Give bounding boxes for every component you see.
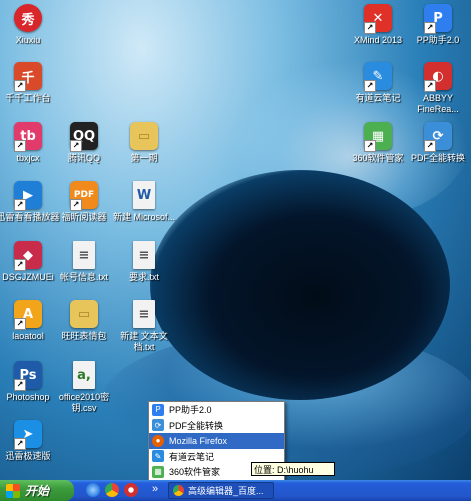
- desktop-icon-label: ABBYY FineRea...: [417, 93, 459, 114]
- desktop-icon-qianqian[interactable]: 千 千千工作台: [0, 62, 60, 104]
- menu-item-pdf-converter[interactable]: ⟳ PDF全能转换: [149, 418, 284, 434]
- desktop-icon-label: 新建 文本文档.txt: [120, 331, 168, 352]
- taskbar-window-button[interactable]: 高级编辑器_百度...: [168, 482, 274, 499]
- xunlei-speed-icon: ➤: [14, 420, 42, 450]
- foxit-reader-icon: PDF: [70, 181, 98, 211]
- desktop-icon-wangwang-folder[interactable]: ▭ 旺旺表情包: [52, 300, 116, 342]
- qq-penguin-icon: QQ: [70, 122, 98, 152]
- desktop-icon-label: Photoshop: [6, 392, 50, 402]
- pdf-converter-icon: ⟳: [152, 419, 164, 432]
- abbyy-icon[interactable]: [124, 483, 138, 497]
- 360-software-manager-icon: ▦: [152, 465, 164, 478]
- xunlei-kankan-icon: ▶: [14, 181, 42, 211]
- desktop-icon-photoshop[interactable]: Ps Photoshop: [0, 361, 60, 403]
- text-file-icon: ≡: [133, 300, 155, 328]
- dsg-app-icon: ◆: [14, 241, 42, 271]
- desktop-icon-abbyy[interactable]: ◐ ABBYY FineRea...: [406, 62, 470, 115]
- qianqian-workbench-icon: 千: [14, 62, 42, 92]
- desktop-icon-label: DSGJZMUEi: [2, 272, 54, 282]
- menu-item-label: 360软件管家: [169, 467, 221, 478]
- laoatool-icon: A: [14, 300, 42, 330]
- desktop-icon-label: 迅雷看看播放器: [0, 212, 60, 222]
- menu-item-label: PP助手2.0: [169, 405, 212, 416]
- desktop-icon-label: 迅雷极速版: [5, 451, 51, 461]
- pdf-converter-icon: ⟳: [424, 122, 452, 152]
- text-file-icon: ≡: [133, 241, 155, 269]
- desktop-icon-label: 旺旺表情包: [61, 331, 107, 341]
- word-document-icon: W: [133, 181, 155, 209]
- chrome-icon: [173, 485, 184, 496]
- desktop-icon-label: 腾讯QQ: [67, 153, 100, 163]
- desktop-icon-label: 要求.txt: [128, 272, 159, 282]
- desktop-icon-label: laoatool: [12, 331, 44, 341]
- taskbar: 开始 » 高级编辑器_百度...: [0, 480, 471, 501]
- desktop-icon-pp-assistant[interactable]: P PP助手2.0: [406, 4, 470, 46]
- taskbar-window-label: 高级编辑器_百度...: [188, 486, 264, 496]
- pp-assistant-icon: P: [152, 403, 164, 416]
- desktop-icon-pdf-converter[interactable]: ⟳ PDF全能转换: [406, 122, 470, 164]
- abbyy-finereader-icon: ◐: [424, 62, 452, 92]
- desktop-icon-requirements-txt[interactable]: ≡ 要求.txt: [112, 241, 176, 283]
- menu-item-label: PDF全能转换: [169, 420, 224, 431]
- menu-item-label: Mozilla Firefox: [169, 435, 228, 446]
- quick-launch-overflow-button[interactable]: »: [152, 483, 158, 495]
- desktop-icon-foxit[interactable]: PDF 福昕阅读器: [52, 181, 116, 223]
- desktop-icon-account-txt[interactable]: ≡ 帐号信息.txt: [52, 241, 116, 283]
- start-button[interactable]: 开始: [0, 480, 74, 501]
- desktop-icon-new-text-doc[interactable]: ≡ 新建 文本文档.txt: [112, 300, 176, 353]
- desktop-icon-xunlei-kankan[interactable]: ▶ 迅雷看看播放器: [0, 181, 60, 223]
- desktop-icon-label: tbxjcx: [16, 153, 40, 163]
- firefox-icon: ●: [152, 434, 164, 447]
- desktop-icon-label: PDF全能转换: [410, 153, 465, 163]
- desktop-icon-label: 新建 Microsof...: [112, 212, 175, 222]
- desktop-icon-label: office2010密钥.csv: [58, 392, 110, 413]
- desktop-icon-xiuxiu[interactable]: 秀 Xiuxiu: [0, 4, 60, 46]
- start-label: 开始: [25, 484, 50, 498]
- desktop-icon-label: PP助手2.0: [416, 35, 460, 45]
- folder-icon: ▭: [70, 300, 98, 328]
- desktop-icon-office-csv[interactable]: a, office2010密钥.csv: [52, 361, 116, 414]
- wallpaper-dark-water: [150, 170, 450, 400]
- 360-software-manager-icon: ▦: [364, 122, 392, 152]
- desktop-icon-label: 福昕阅读器: [61, 212, 107, 222]
- menu-item-firefox[interactable]: ● Mozilla Firefox: [149, 433, 284, 449]
- youdao-note-icon: ✎: [364, 62, 392, 92]
- chrome-icon[interactable]: [105, 483, 119, 497]
- desktop-icon-label: 千千工作台: [5, 93, 51, 103]
- youdao-note-icon: ✎: [152, 450, 164, 463]
- desktop-icon-laoatool[interactable]: A laoatool: [0, 300, 60, 342]
- desktop-icon-label: XMind 2013: [353, 35, 403, 45]
- desktop-icon-label: 第一期: [130, 153, 158, 163]
- pp-assistant-icon: P: [424, 4, 452, 34]
- photoshop-icon: Ps: [14, 361, 42, 391]
- text-file-icon: ≡: [73, 241, 95, 269]
- desktop-icon-label: 帐号信息.txt: [59, 272, 108, 282]
- desktop-icon-tbxjcx[interactable]: tb tbxjcx: [0, 122, 60, 164]
- ie-browser-icon[interactable]: [86, 483, 100, 497]
- meitu-xiuxiu-icon: 秀: [14, 4, 42, 32]
- desktop-icon-dsgjzmuei[interactable]: ◆ DSGJZMUEi: [0, 241, 60, 283]
- menu-item-pp-assistant[interactable]: P PP助手2.0: [149, 402, 284, 418]
- location-tooltip: 位置: D:\huohu: [251, 462, 335, 476]
- csv-file-icon: a,: [73, 361, 95, 389]
- desktop-icon-youdao[interactable]: ✎ 有道云笔记: [346, 62, 410, 104]
- desktop-icon-360[interactable]: ▦ 360软件管家: [346, 122, 410, 164]
- desktop-icon-label: 有道云笔记: [355, 93, 401, 103]
- desktop-icon-label: 360软件管家: [352, 153, 404, 163]
- folder-icon: ▭: [130, 122, 158, 150]
- desktop-icon-label: Xiuxiu: [15, 35, 41, 45]
- desktop-icon-xunlei-speed[interactable]: ➤ 迅雷极速版: [0, 420, 60, 462]
- menu-item-label: 有道云笔记: [169, 451, 215, 462]
- desktop-icon-qq[interactable]: QQ 腾讯QQ: [52, 122, 116, 164]
- desktop-icon-xmind[interactable]: ✕ XMind 2013: [346, 4, 410, 46]
- desktop-icon-first-issue-folder[interactable]: ▭ 第一期: [112, 122, 176, 164]
- xmind-icon: ✕: [364, 4, 392, 34]
- desktop-icon-new-word-doc[interactable]: W 新建 Microsof...: [112, 181, 176, 223]
- windows-logo-icon: [6, 483, 20, 498]
- tbxjcx-icon: tb: [14, 122, 42, 152]
